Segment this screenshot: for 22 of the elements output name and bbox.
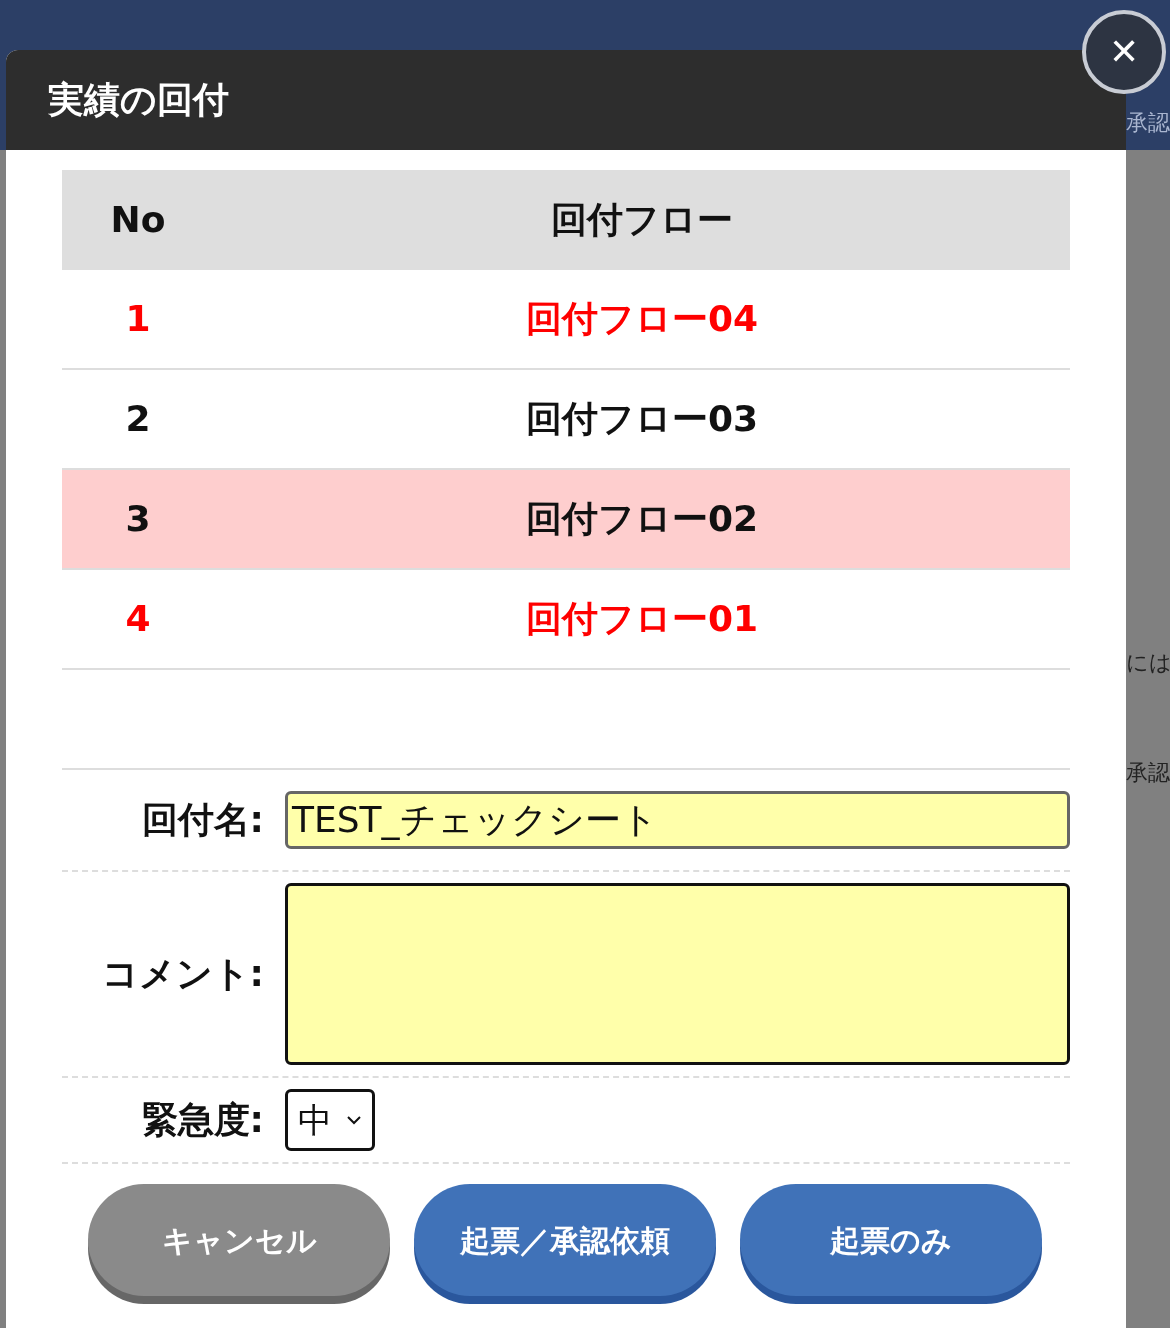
dialog-title: 実績の回付 bbox=[48, 78, 229, 122]
background-text: には bbox=[1126, 652, 1170, 674]
table-cell-text: 4 bbox=[124, 597, 152, 641]
table-cell-text: 3 bbox=[124, 497, 152, 541]
field-label: 回付名: bbox=[140, 798, 265, 842]
table-cell-text: 回付フロー01 bbox=[524, 597, 760, 641]
flow-row[interactable]: 3 回付フロー02 bbox=[62, 470, 1070, 570]
urgency-select[interactable]: 中 bbox=[285, 1089, 375, 1151]
table-cell-text: 回付フロー03 bbox=[524, 397, 760, 441]
field-label: 緊急度: bbox=[140, 1098, 265, 1142]
column-header: 回付フロー bbox=[550, 198, 734, 242]
table-cell-text: 2 bbox=[124, 397, 152, 441]
background-text: 承認 bbox=[1126, 762, 1170, 784]
field-label: コメント: bbox=[100, 952, 265, 996]
comment-field[interactable] bbox=[285, 883, 1070, 1065]
table-cell-text: 回付フロー04 bbox=[524, 297, 760, 341]
name-field[interactable]: TEST_チェックシート bbox=[285, 791, 1070, 849]
table-cell-text: 1 bbox=[124, 297, 152, 341]
chevron-down-icon bbox=[346, 1115, 362, 1125]
table-cell-text: 回付フロー02 bbox=[524, 497, 760, 541]
column-header: No bbox=[109, 198, 167, 242]
background-text: 承認 bbox=[1126, 112, 1170, 134]
